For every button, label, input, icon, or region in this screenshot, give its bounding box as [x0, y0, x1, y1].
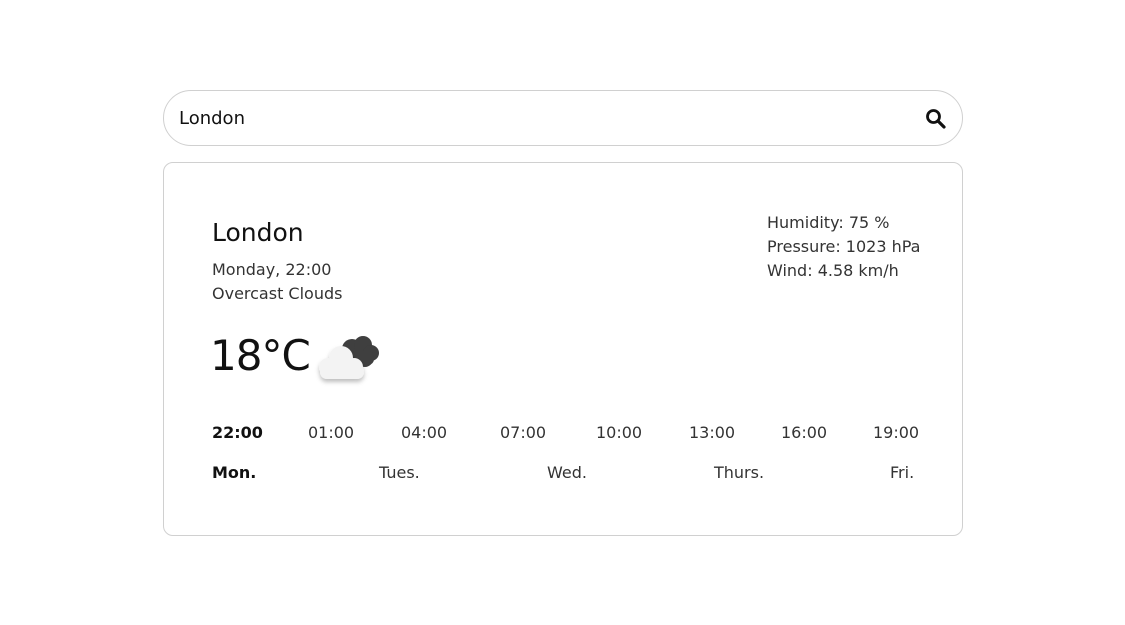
overcast-clouds-icon: [319, 336, 379, 379]
hour-item[interactable]: 13:00: [689, 423, 735, 442]
day-item[interactable]: Thurs.: [714, 463, 764, 482]
temperature: 18°C: [210, 331, 311, 380]
day-item[interactable]: Wed.: [547, 463, 587, 482]
hour-item[interactable]: 19:00: [873, 423, 919, 442]
hour-item[interactable]: 22:00: [212, 423, 263, 442]
current-datetime: Monday, 22:00: [212, 260, 332, 279]
weather-card: London Monday, 22:00 Overcast Clouds 18°…: [163, 162, 963, 536]
day-item[interactable]: Mon.: [212, 463, 256, 482]
hourly-forecast-bar: 22:00 01:00 04:00 07:00 10:00 13:00 16:0…: [212, 423, 919, 447]
search-bar: [163, 90, 963, 146]
hour-item[interactable]: 10:00: [596, 423, 642, 442]
search-button[interactable]: [924, 107, 948, 131]
city-name: London: [212, 218, 304, 247]
daily-forecast-bar: Mon. Tues. Wed. Thurs. Fri.: [212, 463, 914, 487]
hour-item[interactable]: 04:00: [401, 423, 447, 442]
day-item[interactable]: Fri.: [890, 463, 914, 482]
hour-item[interactable]: 07:00: [500, 423, 546, 442]
pressure-stat: Pressure: 1023 hPa: [767, 237, 921, 256]
weather-stats: Humidity: 75 % Pressure: 1023 hPa Wind: …: [767, 211, 920, 283]
search-icon: [926, 109, 946, 129]
hour-item[interactable]: 01:00: [308, 423, 354, 442]
wind-stat: Wind: 4.58 km/h: [767, 261, 899, 280]
weather-description: Overcast Clouds: [212, 284, 343, 303]
search-input[interactable]: [179, 91, 909, 145]
humidity-stat: Humidity: 75 %: [767, 213, 890, 232]
hour-item[interactable]: 16:00: [781, 423, 827, 442]
day-item[interactable]: Tues.: [379, 463, 420, 482]
